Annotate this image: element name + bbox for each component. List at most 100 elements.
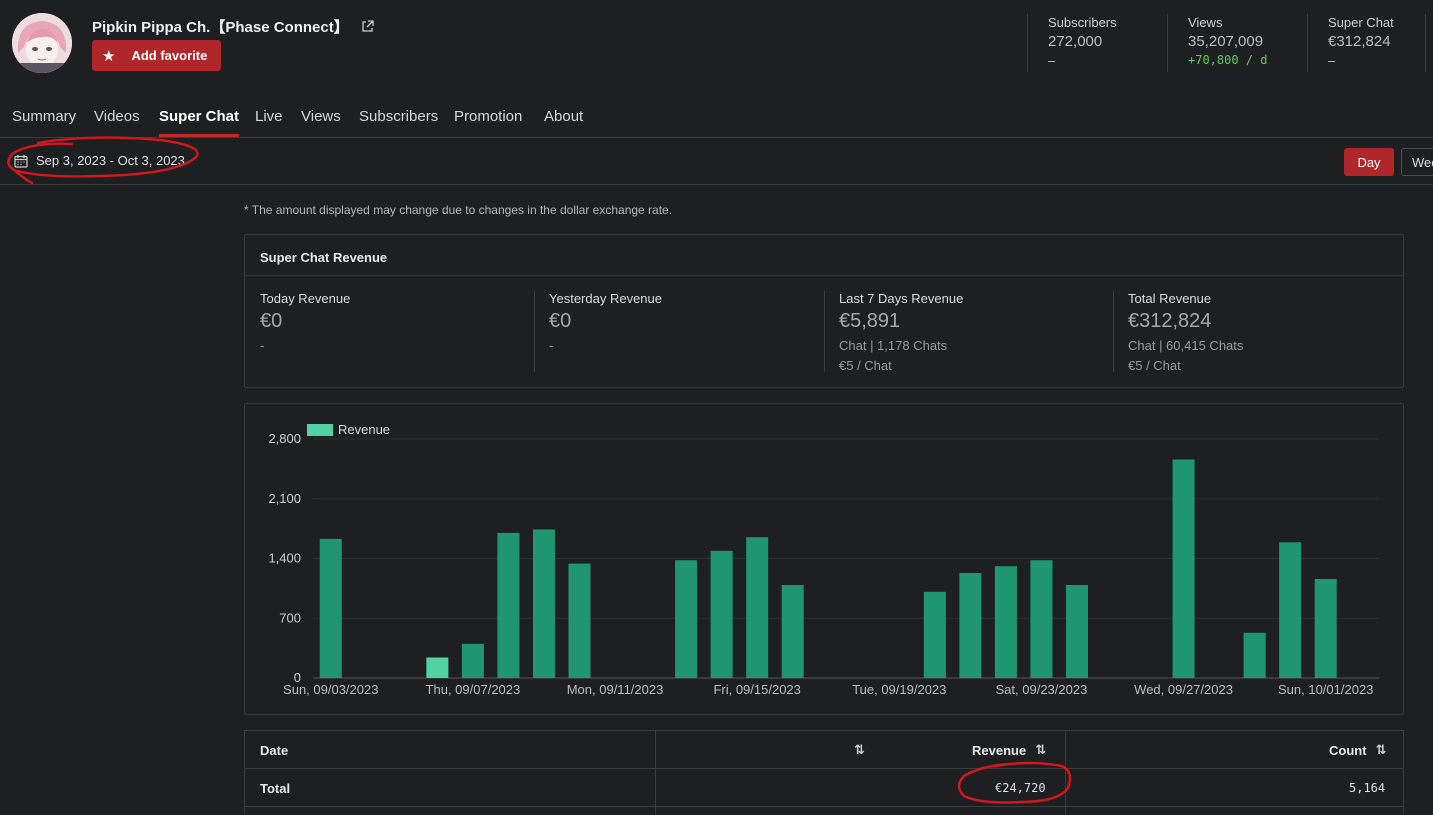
- channel-stats: Subscribers 272,000 – Views 35,207,009 +…: [1027, 14, 1433, 72]
- metric-value: €5,891: [839, 310, 901, 332]
- stat-label: Views: [1188, 15, 1223, 30]
- metric-sub2: €5 / Chat: [839, 358, 892, 373]
- tab-about[interactable]: About: [544, 108, 583, 125]
- week-button[interactable]: Wee: [1401, 148, 1433, 176]
- y-tick-label: 700: [279, 610, 301, 625]
- tab-promotion[interactable]: Promotion: [454, 108, 522, 125]
- y-tick-label: 2,100: [268, 491, 301, 506]
- column-divider: [1065, 731, 1066, 815]
- bar-09-06: [426, 657, 449, 678]
- bar-09-15: [746, 537, 769, 678]
- tab-super-chat[interactable]: Super Chat: [159, 108, 240, 137]
- count-header-label: Count: [1329, 742, 1367, 758]
- total-revenue-cell: €24,720: [995, 781, 1046, 795]
- tab-subscribers[interactable]: Subscribers: [359, 108, 438, 125]
- bar-10-01: [1314, 578, 1337, 678]
- metric-label: Today Revenue: [260, 291, 351, 306]
- bar-09-09: [532, 529, 555, 678]
- y-tick-label: 1,400: [268, 551, 301, 566]
- yesterday-revenue: Yesterday Revenue €0 -: [549, 291, 819, 353]
- metric-divider: [1113, 291, 1114, 372]
- sort-icon[interactable]: ⇅: [1376, 742, 1387, 758]
- channel-header: Pipkin Pippa Ch.【Phase Connect】 ★ Add fa…: [0, 0, 1433, 96]
- bar-09-13: [675, 560, 698, 678]
- bar-09-14: [710, 550, 733, 678]
- count-column-header[interactable]: Count ⇅: [1329, 731, 1387, 769]
- metric-value: €0: [260, 310, 283, 332]
- last-7-days-revenue: Last 7 Days Revenue €5,891 Chat | 1,178 …: [839, 291, 1109, 373]
- external-link-icon[interactable]: [361, 20, 374, 37]
- add-favorite-button[interactable]: ★ Add favorite: [92, 40, 221, 71]
- stat-change: +70,800 / d: [1188, 53, 1268, 67]
- stat-value: 35,207,009: [1188, 33, 1264, 50]
- stat-views: Views 35,207,009 +70,800 / d: [1167, 14, 1307, 72]
- tab-views[interactable]: Views: [301, 108, 341, 125]
- total-revenue: Total Revenue €312,824 Chat | 60,415 Cha…: [1128, 291, 1398, 373]
- bar-09-03: [319, 538, 342, 678]
- stat-subscribers: Subscribers 272,000 –: [1027, 14, 1167, 72]
- tab-summary[interactable]: Summary: [12, 108, 76, 125]
- x-tick-label: Tue, 09/19/2023: [852, 682, 946, 697]
- total-label: Total: [260, 780, 291, 796]
- revenue-bar-chart: Revenue07001,4002,1002,800Sun, 09/03/202…: [268, 422, 1379, 697]
- exchange-rate-note: * The amount displayed may change due to…: [244, 203, 673, 217]
- metric-divider: [824, 291, 825, 372]
- legend-swatch: [307, 424, 333, 436]
- bar-09-24: [1065, 584, 1088, 678]
- sort-icon[interactable]: ⇅: [854, 742, 865, 758]
- x-tick-label: Sat, 09/23/2023: [996, 682, 1088, 697]
- x-tick-label: Mon, 09/11/2023: [567, 682, 664, 697]
- stat-value: €312,824: [1328, 33, 1391, 50]
- bar-09-22: [994, 566, 1017, 678]
- x-tick-label: Fri, 09/15/2023: [713, 682, 800, 697]
- x-tick-label: Thu, 09/07/2023: [426, 682, 521, 697]
- day-button[interactable]: Day: [1344, 148, 1394, 176]
- date-sort-icon[interactable]: ⇅: [845, 731, 865, 769]
- today-revenue: Today Revenue €0 -: [260, 291, 530, 353]
- filter-bar: Sep 3, 2023 - Oct 3, 2023 Day Wee: [0, 138, 1433, 185]
- date-column-header[interactable]: Date: [260, 731, 288, 769]
- x-tick-label: Sun, 09/03/2023: [283, 682, 378, 697]
- stat-super-chat: Super Chat €312,824 –: [1307, 14, 1425, 72]
- metric-sub2: €5 / Chat: [1128, 358, 1181, 373]
- metric-value: €0: [549, 310, 572, 332]
- metric-label: Yesterday Revenue: [549, 291, 662, 306]
- bar-09-23: [1030, 560, 1053, 678]
- metric-sub: Chat | 60,415 Chats: [1128, 338, 1244, 353]
- star-icon: ★: [102, 47, 116, 65]
- revenue-column-header[interactable]: Revenue ⇅: [972, 731, 1046, 769]
- revenue-header-label: Revenue: [972, 742, 1027, 758]
- tab-bar: Summary Videos Super Chat Live Views Sub…: [0, 96, 1433, 138]
- metric-label: Last 7 Days Revenue: [839, 291, 964, 306]
- legend-label: Revenue: [338, 422, 390, 437]
- date-header-label: Date: [260, 742, 289, 758]
- channel-name-text[interactable]: Pipkin Pippa Ch.【Phase Connect】: [92, 19, 349, 36]
- bar-09-07: [461, 643, 484, 678]
- stat-truncated: V 6 5: [1425, 14, 1433, 72]
- tab-videos[interactable]: Videos: [94, 108, 140, 125]
- bar-09-27: [1172, 459, 1195, 678]
- bar-09-21: [959, 573, 982, 678]
- revenue-table: Date ⇅ Revenue ⇅ Count ⇅ Total €24,720 5…: [244, 730, 1404, 815]
- bar-09-29: [1243, 632, 1266, 678]
- metric-label: Total Revenue: [1128, 291, 1212, 306]
- date-range-picker[interactable]: Sep 3, 2023 - Oct 3, 2023: [14, 153, 185, 168]
- total-count-cell: 5,164: [1349, 781, 1386, 795]
- table-row: Total €24,720 5,164: [245, 769, 1403, 807]
- bar-09-08: [497, 532, 520, 678]
- channel-name[interactable]: Pipkin Pippa Ch.【Phase Connect】: [92, 16, 374, 37]
- y-tick-label: 2,800: [268, 431, 301, 446]
- calendar-icon: [14, 154, 28, 168]
- tab-live[interactable]: Live: [255, 108, 283, 125]
- table-header-row: Date ⇅ Revenue ⇅ Count ⇅: [245, 731, 1403, 769]
- column-divider: [655, 731, 656, 815]
- channel-avatar[interactable]: [12, 13, 72, 73]
- stat-value: 272,000: [1048, 33, 1103, 50]
- stat-label: Subscribers: [1048, 15, 1117, 30]
- date-range-text[interactable]: Sep 3, 2023 - Oct 3, 2023: [36, 153, 185, 168]
- metric-sub: Chat | 1,178 Chats: [839, 338, 948, 353]
- metric-sub: -: [260, 338, 265, 353]
- sort-icon[interactable]: ⇅: [1035, 742, 1046, 758]
- metric-value: €312,824: [1128, 310, 1212, 332]
- add-favorite-label: Add favorite: [131, 48, 208, 63]
